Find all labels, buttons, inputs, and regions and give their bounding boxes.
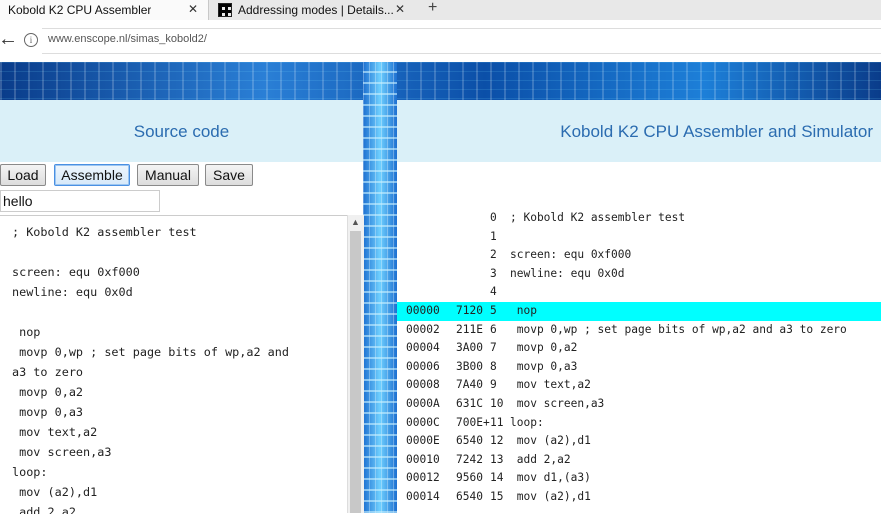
listing-row: 0000A 631C 10 mov screen,a3 xyxy=(406,396,605,410)
listing-row: 00012 9560 14 mov d1,(a3) xyxy=(406,471,591,485)
listing-row: 0; Kobold K2 assembler test xyxy=(490,211,686,224)
scrollbar-thumb[interactable] xyxy=(350,231,361,513)
simulator-panel-title: Kobold K2 CPU Assembler and Simulator xyxy=(560,122,873,141)
simulator-panel-header: Kobold K2 CPU Assembler and Simulator xyxy=(397,100,881,162)
new-tab-button[interactable]: + xyxy=(428,0,437,17)
manual-button[interactable]: Manual xyxy=(137,164,199,186)
listing-row: 3 newline: equ 0x0d xyxy=(490,266,625,280)
assemble-button[interactable]: Assemble xyxy=(54,164,130,186)
source-editor[interactable]: ; Kobold K2 assembler test screen: equ 0… xyxy=(0,215,347,514)
tab-title: Addressing modes | Details... xyxy=(238,3,394,17)
listing-row: 00014 6540 15 mov (a2),d1 xyxy=(406,489,591,503)
qr-favicon-icon xyxy=(218,3,232,17)
source-text[interactable]: ; Kobold K2 assembler test screen: equ 0… xyxy=(0,216,347,514)
scroll-up-arrow-icon[interactable]: ▲ xyxy=(351,217,360,227)
close-tab-icon[interactable]: ✕ xyxy=(395,2,405,16)
filename-input[interactable]: hello xyxy=(0,190,160,212)
simulator-panel: Kobold K2 CPU Assembler and Simulator 0;… xyxy=(397,100,881,513)
assembly-listing: 0; Kobold K2 assembler test 1 2 screen: e… xyxy=(397,209,881,507)
listing-row: 0000E 6540 12 mov (a2),d1 xyxy=(406,434,591,448)
listing-row-current: 00000 7120 5 nop xyxy=(397,301,881,321)
listing-row: 4 xyxy=(490,285,497,299)
close-tab-icon[interactable]: ✕ xyxy=(188,2,198,16)
listing-row: 1 xyxy=(490,229,497,243)
source-panel-title: Source code xyxy=(133,122,230,141)
listing-row: 0000C 700E+ 11 loop: xyxy=(406,415,544,429)
save-button[interactable]: Save xyxy=(205,164,253,186)
listing-row: 00002 211E 6 movp 0,wp ; set page bits of … xyxy=(406,322,847,336)
tab-addressing-modes[interactable]: Addressing modes | Details... ✕ xyxy=(210,0,415,20)
background-divider-strip xyxy=(363,62,397,513)
back-arrow-icon[interactable]: ← xyxy=(0,28,18,51)
listing-row: 00004 3A00 7 movp 0,a2 xyxy=(406,341,578,355)
listing-row: 00010 7242 13 add 2,a2 xyxy=(406,452,571,466)
source-code-panel: Source code Load Assemble Manual Save he… xyxy=(0,100,364,514)
listing-row: 00008 7A40 9 mov text,a2 xyxy=(406,378,591,392)
listing-row: 2 screen: equ 0xf000 xyxy=(490,248,632,262)
load-button[interactable]: Load xyxy=(0,164,46,186)
address-bar: ← i www.enscope.nl/simas_kobold2/ xyxy=(0,20,881,63)
tab-kobold-assembler[interactable]: Kobold K2 CPU Assembler ✕ xyxy=(0,0,209,20)
url-text[interactable]: www.enscope.nl/simas_kobold2/ xyxy=(48,33,207,45)
source-panel-header: Source code xyxy=(0,100,363,162)
editor-scrollbar[interactable]: ▲ xyxy=(347,215,364,513)
tab-bar: Kobold K2 CPU Assembler ✕ Addressing mod… xyxy=(0,0,881,20)
listing-row: 00006 3B00 8 movp 0,a3 xyxy=(406,359,578,373)
tab-title: Kobold K2 CPU Assembler xyxy=(8,3,152,17)
info-icon[interactable]: i xyxy=(24,33,38,47)
